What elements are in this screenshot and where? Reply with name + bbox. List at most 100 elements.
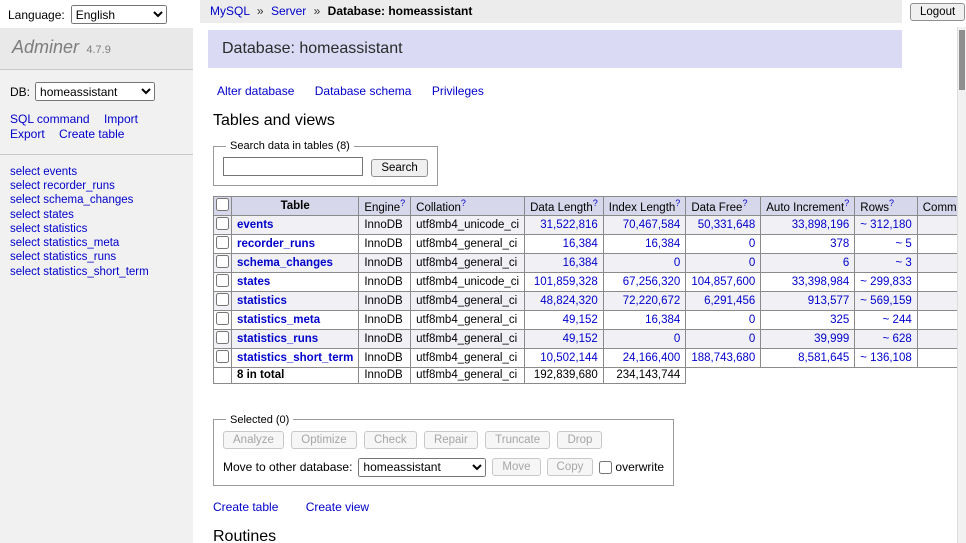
create-view-link[interactable]: Create view	[306, 500, 369, 514]
data-length-link[interactable]: 10,502,144	[540, 352, 598, 364]
auto-increment-link[interactable]: 325	[830, 314, 849, 326]
privileges-link[interactable]: Privileges	[432, 84, 484, 98]
row-select-checkbox[interactable]	[216, 350, 229, 363]
table-name-link[interactable]: events	[237, 219, 273, 231]
breadcrumb-mysql-link[interactable]: MySQL	[210, 4, 250, 18]
table-name-link[interactable]: statistics_runs	[237, 333, 318, 345]
rows-count-link[interactable]: ~ 244	[883, 314, 912, 326]
select-link[interactable]: select	[10, 251, 40, 263]
table-name-link[interactable]: statistics_meta	[237, 314, 320, 326]
index-length-link[interactable]: 67,256,320	[623, 276, 681, 288]
check-button[interactable]: Check	[364, 431, 417, 449]
rows-count-link[interactable]: ~ 299,833	[860, 276, 911, 288]
auto-increment-link[interactable]: 33,398,984	[792, 276, 850, 288]
truncate-button[interactable]: Truncate	[485, 431, 550, 449]
auto-increment-link[interactable]: 913,577	[808, 295, 850, 307]
vertical-scrollbar[interactable]	[957, 27, 966, 543]
data-length-link[interactable]: 31,522,816	[540, 219, 598, 231]
analyze-button[interactable]: Analyze	[223, 431, 284, 449]
auto-increment-link[interactable]: 8,581,645	[798, 352, 849, 364]
help-icon[interactable]: ?	[844, 198, 849, 208]
index-length-link[interactable]: 24,166,400	[623, 352, 681, 364]
select-link[interactable]: select	[10, 237, 40, 249]
select-link[interactable]: select	[10, 180, 40, 192]
help-icon[interactable]: ?	[461, 198, 466, 208]
select-link[interactable]: select	[10, 166, 40, 178]
help-icon[interactable]: ?	[400, 198, 405, 208]
help-icon[interactable]: ?	[593, 198, 598, 208]
data-free-link[interactable]: 0	[749, 257, 755, 269]
row-select-checkbox[interactable]	[216, 255, 229, 268]
table-name-link[interactable]: statistics	[237, 295, 287, 307]
optimize-button[interactable]: Optimize	[291, 431, 356, 449]
select-link[interactable]: select	[10, 209, 40, 221]
table-link[interactable]: schema_changes	[43, 194, 133, 206]
row-select-checkbox[interactable]	[216, 331, 229, 344]
table-name-link[interactable]: states	[237, 276, 270, 288]
auto-increment-link[interactable]: 33,898,196	[792, 219, 850, 231]
logout-button[interactable]: Logout	[910, 3, 965, 21]
table-link[interactable]: statistics_meta	[43, 237, 119, 249]
index-length-link[interactable]: 0	[674, 333, 680, 345]
alter-database-link[interactable]: Alter database	[217, 84, 294, 98]
table-link[interactable]: statistics_short_term	[43, 266, 148, 278]
data-length-link[interactable]: 101,859,328	[534, 276, 598, 288]
sidebar-create-table-link[interactable]: Create table	[59, 127, 124, 141]
table-name-link[interactable]: statistics_short_term	[237, 352, 353, 364]
row-select-checkbox[interactable]	[216, 293, 229, 306]
index-length-link[interactable]: 70,467,584	[623, 219, 681, 231]
sidebar-sql-command-link[interactable]: SQL command	[10, 112, 90, 126]
move-database-select[interactable]: homeassistant	[358, 458, 486, 477]
data-free-link[interactable]: 0	[749, 238, 755, 250]
row-select-checkbox[interactable]	[216, 274, 229, 287]
index-length-link[interactable]: 16,384	[645, 238, 680, 250]
table-link[interactable]: states	[43, 209, 74, 221]
table-link[interactable]: recorder_runs	[43, 180, 115, 192]
sidebar-export-link[interactable]: Export	[10, 127, 45, 141]
rows-count-link[interactable]: ~ 136,108	[860, 352, 911, 364]
breadcrumb-server-link[interactable]: Server	[271, 4, 306, 18]
table-link[interactable]: statistics	[43, 223, 87, 235]
data-free-link[interactable]: 0	[749, 314, 755, 326]
data-length-link[interactable]: 49,152	[563, 333, 598, 345]
select-link[interactable]: select	[10, 266, 40, 278]
auto-increment-link[interactable]: 378	[830, 238, 849, 250]
data-length-link[interactable]: 49,152	[563, 314, 598, 326]
data-length-link[interactable]: 16,384	[563, 238, 598, 250]
help-icon[interactable]: ?	[675, 198, 680, 208]
repair-button[interactable]: Repair	[424, 431, 478, 449]
select-link[interactable]: select	[10, 223, 40, 235]
scrollbar-thumb[interactable]	[959, 30, 965, 90]
help-icon[interactable]: ?	[742, 198, 747, 208]
table-link[interactable]: events	[43, 166, 77, 178]
help-icon[interactable]: ?	[889, 198, 894, 208]
data-length-link[interactable]: 16,384	[563, 257, 598, 269]
search-button[interactable]: Search	[371, 159, 427, 177]
rows-count-link[interactable]: ~ 628	[883, 333, 912, 345]
auto-increment-link[interactable]: 39,999	[814, 333, 849, 345]
drop-button[interactable]: Drop	[557, 431, 602, 449]
overwrite-checkbox[interactable]	[599, 461, 612, 474]
index-length-link[interactable]: 0	[674, 257, 680, 269]
rows-count-link[interactable]: ~ 3	[895, 257, 911, 269]
rows-count-link[interactable]: ~ 5	[895, 238, 911, 250]
data-length-link[interactable]: 48,824,320	[540, 295, 598, 307]
rows-count-link[interactable]: ~ 569,159	[860, 295, 911, 307]
search-input[interactable]	[223, 157, 363, 176]
auto-increment-link[interactable]: 6	[843, 257, 849, 269]
db-select[interactable]: homeassistant	[35, 82, 155, 101]
index-length-link[interactable]: 16,384	[645, 314, 680, 326]
sidebar-import-link[interactable]: Import	[104, 112, 138, 126]
language-select[interactable]: English	[71, 5, 167, 24]
data-free-link[interactable]: 6,291,456	[704, 295, 755, 307]
row-select-checkbox[interactable]	[216, 236, 229, 249]
data-free-link[interactable]: 188,743,680	[691, 352, 755, 364]
table-name-link[interactable]: schema_changes	[237, 257, 333, 269]
data-free-link[interactable]: 0	[749, 333, 755, 345]
select-all-checkbox[interactable]	[216, 198, 229, 211]
data-free-link[interactable]: 50,331,648	[698, 219, 756, 231]
index-length-link[interactable]: 72,220,672	[623, 295, 681, 307]
create-table-link[interactable]: Create table	[213, 500, 278, 514]
data-free-link[interactable]: 104,857,600	[691, 276, 755, 288]
table-name-link[interactable]: recorder_runs	[237, 238, 315, 250]
